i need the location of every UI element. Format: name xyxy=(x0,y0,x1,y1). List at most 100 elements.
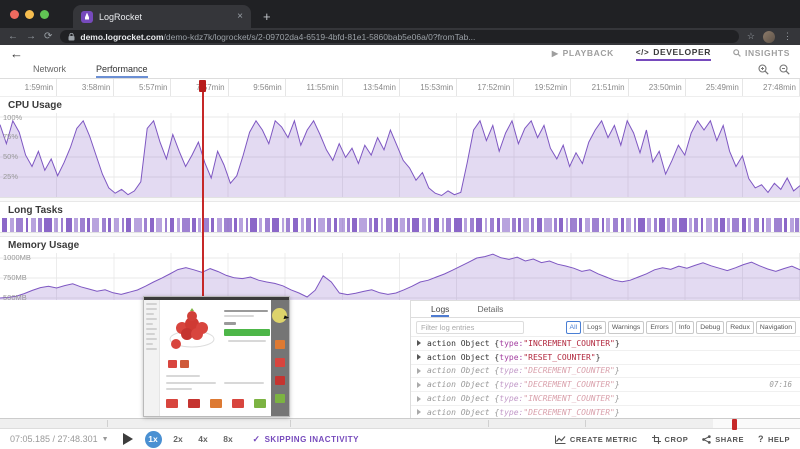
filter-button-all[interactable]: All xyxy=(565,320,582,334)
long-task-bar xyxy=(531,218,535,232)
address-bar[interactable]: demo.logrocket.com/demo-kdz7k/logrocket/… xyxy=(60,30,739,43)
long-task-bar xyxy=(313,218,316,232)
log-entry-row[interactable]: action Object {type: "DECREMENT_COUNTER"… xyxy=(411,365,800,379)
close-window-button[interactable] xyxy=(10,9,19,19)
expand-arrow-icon[interactable] xyxy=(417,381,421,388)
mem-ytick-1000: 1000MB xyxy=(3,253,31,262)
log-entry-row[interactable]: action Object {type: "DECREMENT_COUNTER"… xyxy=(411,406,800,418)
mode-developer-button[interactable]: </> DEVELOPER xyxy=(635,45,712,61)
long-task-bar xyxy=(318,218,325,232)
zoom-out-icon[interactable] xyxy=(779,64,790,75)
playhead-marker[interactable] xyxy=(199,80,206,92)
long-task-bar xyxy=(672,218,677,232)
browser-forward-icon[interactable]: → xyxy=(26,31,36,42)
filter-button-logs[interactable]: Logs xyxy=(583,320,606,334)
preview-content xyxy=(160,300,271,416)
filter-button-navigation[interactable]: Navigation xyxy=(755,320,796,334)
create-metric-button[interactable]: CREATE METRIC xyxy=(554,435,638,444)
long-task-bar xyxy=(264,218,270,232)
long-task-bar xyxy=(518,218,521,232)
log-filter-input[interactable] xyxy=(416,320,524,334)
share-icon xyxy=(702,434,711,444)
timeline-tick: 15:53min xyxy=(400,79,458,96)
browser-tab[interactable]: LogRocket × xyxy=(73,5,251,28)
scrubber-playhead[interactable] xyxy=(732,419,737,430)
long-task-bar xyxy=(761,218,764,232)
speed-button-4x[interactable]: 4x xyxy=(195,431,212,448)
crop-button[interactable]: CROP xyxy=(651,434,689,444)
bookmark-star-icon[interactable]: ☆ xyxy=(747,31,755,42)
expand-arrow-icon[interactable] xyxy=(417,409,421,416)
log-entry-row[interactable]: action Object {type: "INCREMENT_COUNTER"… xyxy=(411,392,800,406)
timeline-tick: 3:58min xyxy=(57,79,115,96)
maximize-window-button[interactable] xyxy=(40,9,49,19)
minimize-window-button[interactable] xyxy=(25,9,34,19)
filter-button-info[interactable]: Info xyxy=(674,320,695,334)
cpu-ytick-100: 100% xyxy=(3,113,23,122)
session-scrubber[interactable] xyxy=(0,418,800,430)
long-task-bar xyxy=(1,218,8,232)
long-task-bar xyxy=(559,218,564,232)
tab-close-icon[interactable]: × xyxy=(237,11,243,22)
speed-button-8x[interactable]: 8x xyxy=(220,431,237,448)
filter-button-debug[interactable]: Debug xyxy=(696,320,725,334)
long-task-bar xyxy=(224,218,232,232)
long-task-bar xyxy=(300,218,304,232)
memory-usage-chart[interactable]: 1000MB 750MB 500MB xyxy=(0,253,800,302)
filter-button-redux[interactable]: Redux xyxy=(726,320,754,334)
browser-back-icon[interactable]: ← xyxy=(8,31,18,42)
long-task-bar xyxy=(544,218,552,232)
tab-logs[interactable]: Logs xyxy=(431,304,450,317)
long-task-bar xyxy=(714,218,718,232)
timeline-tick: 1:59min xyxy=(0,79,58,96)
timeline-tick: 17:52min xyxy=(457,79,515,96)
long-task-bar xyxy=(484,218,488,232)
long-task-bar xyxy=(626,218,632,232)
log-entry-row[interactable]: action Object {type: "INCREMENT_COUNTER"… xyxy=(411,337,800,351)
expand-arrow-icon[interactable] xyxy=(417,367,421,374)
profile-avatar[interactable] xyxy=(763,30,775,43)
playback-time: 07:05.185 / 27:48.301 xyxy=(10,434,98,444)
tab-performance[interactable]: Performance xyxy=(96,64,148,78)
timeline-ruler[interactable]: 1:59min 3:58min 5:57min 7:57min 9:56min 11:55… xyxy=(0,79,800,97)
long-task-bar xyxy=(25,218,28,232)
long-task-bar xyxy=(784,218,788,232)
mem-ytick-750: 750MB xyxy=(3,273,27,282)
tab-network[interactable]: Network xyxy=(33,64,66,78)
long-tasks-chart[interactable] xyxy=(0,218,800,232)
playhead-line xyxy=(202,92,204,300)
log-entry-row[interactable]: action Object {type: "DECREMENT_COUNTER"… xyxy=(411,378,800,393)
long-tasks-section-header: Long Tasks xyxy=(0,202,800,218)
long-task-bar xyxy=(286,218,291,232)
cpu-usage-chart[interactable]: 100% 75% 50% 25% xyxy=(0,113,800,197)
help-button[interactable]: ? HELP xyxy=(758,434,790,444)
log-entry-row[interactable]: action Object {type: "RESET_COUNTER"} xyxy=(411,351,800,365)
mode-insights-button[interactable]: INSIGHTS xyxy=(733,45,790,61)
skipping-inactivity-toggle[interactable]: ✓ SKIPPING INACTIVITY xyxy=(253,434,359,445)
expand-arrow-icon[interactable] xyxy=(417,354,421,361)
zoom-in-icon[interactable] xyxy=(758,64,769,75)
long-task-bar xyxy=(795,218,800,232)
expand-arrow-icon[interactable] xyxy=(417,395,421,402)
video-preview-thumbnail[interactable] xyxy=(143,296,290,417)
filter-button-warnings[interactable]: Warnings xyxy=(607,320,645,334)
tab-details[interactable]: Details xyxy=(477,304,503,317)
long-task-bar xyxy=(385,218,392,232)
back-arrow-button[interactable]: ← xyxy=(10,47,23,60)
long-task-bar xyxy=(31,218,36,232)
chevron-down-icon[interactable]: ▼ xyxy=(102,436,109,443)
expand-arrow-icon[interactable] xyxy=(417,340,421,347)
long-task-bar xyxy=(453,218,463,232)
share-button[interactable]: SHARE xyxy=(702,435,744,444)
speed-button-1x[interactable]: 1x xyxy=(144,430,162,448)
long-task-bar xyxy=(748,218,752,232)
filter-button-errors[interactable]: Errors xyxy=(646,320,673,334)
window-controls[interactable] xyxy=(0,0,59,28)
speed-button-2x[interactable]: 2x xyxy=(170,431,187,448)
browser-menu-icon[interactable]: ⋮ xyxy=(783,31,792,42)
long-task-bar xyxy=(647,218,652,232)
new-tab-button[interactable]: + xyxy=(263,9,271,24)
mode-playback-button[interactable]: ▶ PLAYBACK xyxy=(552,45,614,61)
play-button[interactable] xyxy=(122,433,133,445)
browser-reload-icon[interactable]: ⟳ xyxy=(44,31,52,42)
